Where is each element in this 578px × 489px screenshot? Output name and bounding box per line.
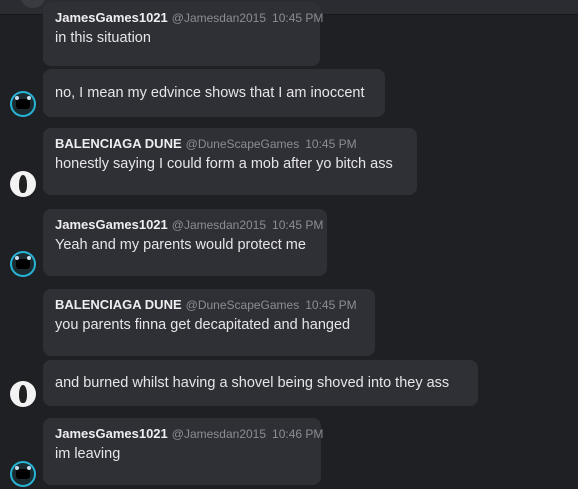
gamer-avatar-icon[interactable] xyxy=(10,251,36,277)
message-meta: BALENCIAGA DUNE @DuneScapeGames 10:45 PM xyxy=(55,298,363,316)
message-bubble[interactable]: JamesGames1021 @Jamesdan2015 10:46 PM im l… xyxy=(43,418,323,485)
message-bubble[interactable]: JamesGames1021 @Jamesdan2015 10:45 PM in t… xyxy=(43,2,323,66)
author-name[interactable]: JamesGames1021 xyxy=(55,217,168,232)
author-handle: @DuneScapeGames xyxy=(185,137,300,151)
message-text: you parents finna get decapitated and ha… xyxy=(55,317,351,333)
timestamp: 10:45 PM xyxy=(272,218,324,232)
timestamp: 10:45 PM xyxy=(305,137,357,151)
author-name[interactable]: JamesGames1021 xyxy=(55,426,168,441)
message-text: in this situation xyxy=(55,30,151,46)
message-bubble[interactable]: BALENCIAGA DUNE @DuneScapeGames 10:45 PM y… xyxy=(43,289,375,356)
author-handle: @Jamesdan2015 xyxy=(171,11,267,25)
author-handle: @Jamesdan2015 xyxy=(171,427,267,441)
message-text: and burned whilst having a shovel being … xyxy=(55,375,450,391)
author-handle: @Jamesdan2015 xyxy=(171,218,267,232)
dark-figure-avatar-icon[interactable] xyxy=(10,381,36,407)
timestamp: 10:45 PM xyxy=(305,298,357,312)
message-feed: JamesGames1021 @Jamesdan2015 10:45 PM in t… xyxy=(0,0,578,489)
timestamp: 10:45 PM xyxy=(272,11,324,25)
message-bubble[interactable]: JamesGames1021 @Jamesdan2015 10:45 PM Yeah… xyxy=(43,209,327,276)
message-bubble[interactable]: BALENCIAGA DUNE @DuneScapeGames 10:45 PM h… xyxy=(43,128,417,195)
author-handle: @DuneScapeGames xyxy=(185,298,300,312)
message-bubble[interactable]: no, I mean my edvince shows that I am in… xyxy=(43,69,385,117)
message-meta: JamesGames1021 @Jamesdan2015 10:45 PM xyxy=(55,217,323,236)
message-text: Yeah and my parents would protect me xyxy=(55,237,306,253)
timestamp: 10:46 PM xyxy=(272,427,324,441)
message-text: no, I mean my edvince shows that I am in… xyxy=(55,85,365,101)
gamer-avatar-icon[interactable] xyxy=(10,461,36,487)
gamer-avatar-icon[interactable] xyxy=(10,91,36,117)
message-meta: JamesGames1021 @Jamesdan2015 10:46 PM xyxy=(55,426,323,445)
message-bubble[interactable]: and burned whilst having a shovel being … xyxy=(43,360,478,406)
author-name[interactable]: BALENCIAGA DUNE xyxy=(55,136,182,151)
message-text: im leaving xyxy=(55,446,121,462)
author-name[interactable]: BALENCIAGA DUNE xyxy=(55,297,182,312)
message-meta: BALENCIAGA DUNE @DuneScapeGames 10:45 PM xyxy=(55,137,405,155)
dark-figure-avatar-icon[interactable] xyxy=(10,171,36,197)
message-meta: JamesGames1021 @Jamesdan2015 10:45 PM xyxy=(55,10,323,29)
message-text: honestly saying I could form a mob after… xyxy=(55,156,393,172)
author-name[interactable]: JamesGames1021 xyxy=(55,10,168,25)
